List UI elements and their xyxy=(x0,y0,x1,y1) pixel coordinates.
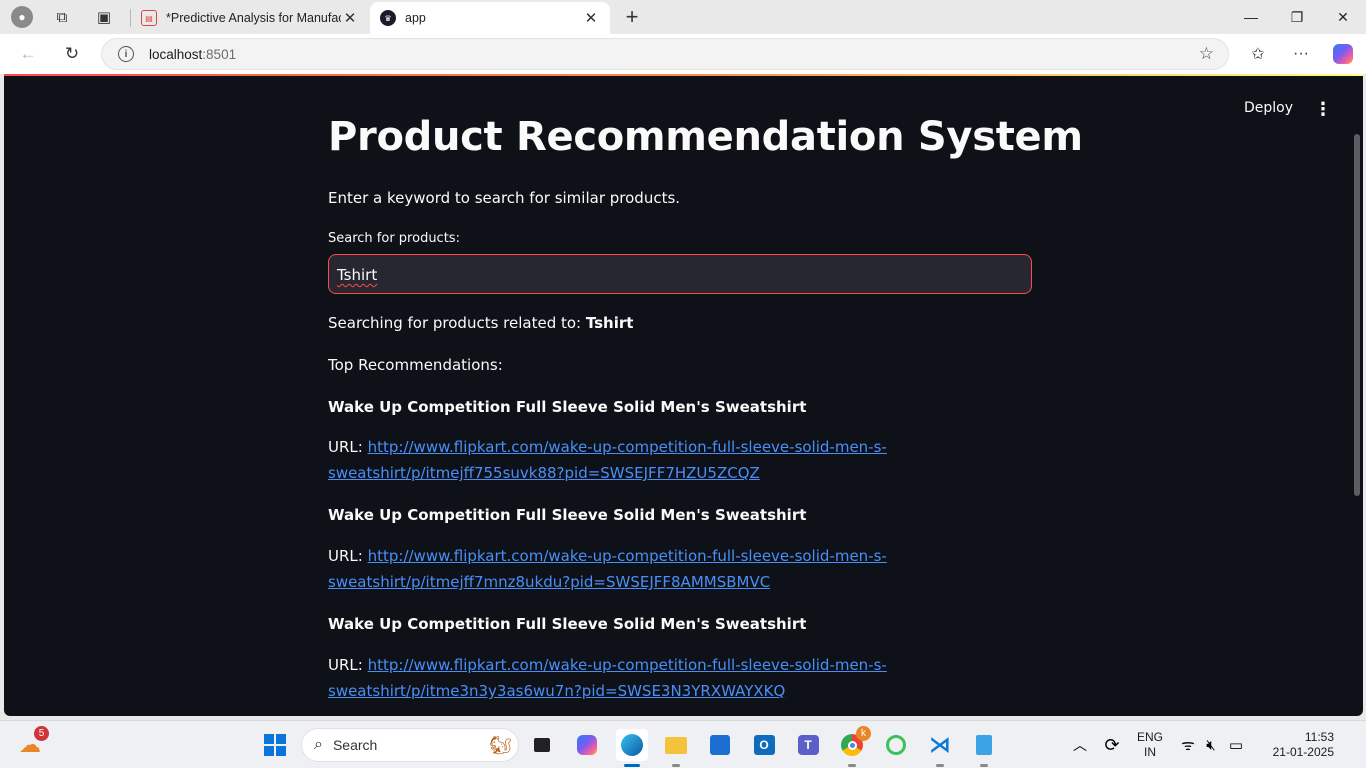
url-host: localhost xyxy=(149,47,203,62)
vertical-tabs-icon[interactable]: ▣ xyxy=(89,4,119,30)
language-line2: IN xyxy=(1144,745,1156,759)
search-input-value: Tshirt xyxy=(337,266,378,284)
main-menu-icon[interactable]: ⋮ xyxy=(1314,100,1332,118)
profile-icon[interactable]: ● xyxy=(7,4,37,30)
minimize-icon[interactable]: — xyxy=(1228,0,1274,34)
site-info-icon[interactable]: i xyxy=(118,46,134,62)
chrome-icon[interactable]: k xyxy=(836,726,871,767)
result-link[interactable]: http://www.flipkart.com/wake-up-competit… xyxy=(328,438,887,482)
streamlit-icon: ♛ xyxy=(380,10,396,26)
edge-icon[interactable] xyxy=(616,729,648,767)
url-prefix: URL: xyxy=(328,438,368,456)
search-highlight-icon: 🐿 xyxy=(489,734,512,755)
taskbar-search[interactable]: ⌕ Search 🐿 xyxy=(301,728,519,762)
result-url: URL: http://www.flipkart.com/wake-up-com… xyxy=(328,543,888,595)
taskbar-search-label: Search xyxy=(332,737,378,753)
deploy-button[interactable]: Deploy xyxy=(1244,100,1293,116)
store-icon[interactable] xyxy=(704,729,736,761)
address-bar-row: ← ↻ i localhost:8501 ☆ ✩ ··· xyxy=(0,34,1366,74)
sync-icon[interactable]: ⟳ xyxy=(1096,729,1128,761)
app-ring-icon[interactable] xyxy=(880,729,912,761)
result-name: Wake Up Competition Full Sleeve Solid Me… xyxy=(328,398,807,416)
weather-badge: 5 xyxy=(34,726,49,741)
clock-time: 11:53 xyxy=(1304,730,1334,744)
searching-term: Tshirt xyxy=(585,314,634,332)
close-window-icon[interactable]: ✕ xyxy=(1320,0,1366,34)
windows-taskbar: ☁ 5 ⌕ Search 🐿 O T k ⋊ ︿ ⟳ ENG IN ᯤ 🔇︎ ▭… xyxy=(0,720,1366,768)
result-link-line2: sweatshirt/p/itme3n3y3as6wu7n?pid=SWSE3N… xyxy=(328,682,786,700)
page-title: Product Recommendation System xyxy=(328,114,1083,160)
url-text: localhost:8501 xyxy=(149,47,236,62)
new-tab-icon[interactable]: + xyxy=(618,4,646,30)
favorite-star-icon[interactable]: ☆ xyxy=(1199,44,1214,64)
task-view-icon[interactable] xyxy=(526,729,558,761)
vscode-icon[interactable]: ⋊ xyxy=(924,729,956,767)
tab-app[interactable]: ♛ app ✕ xyxy=(370,2,610,34)
result-link-line2: sweatshirt/p/itmejff755suvk88?pid=SWSEJF… xyxy=(328,464,760,482)
result-link[interactable]: http://www.flipkart.com/wake-up-competit… xyxy=(328,656,887,700)
address-input[interactable]: i localhost:8501 ☆ xyxy=(101,38,1229,70)
url-port: :8501 xyxy=(202,47,237,62)
battery-icon[interactable]: ▭ xyxy=(1220,729,1252,761)
result-link-line1: http://www.flipkart.com/wake-up-competit… xyxy=(367,656,887,674)
result-name: Wake Up Competition Full Sleeve Solid Me… xyxy=(328,615,807,633)
show-hidden-icons-icon[interactable]: ︿ xyxy=(1064,729,1096,761)
result-url: URL: http://www.flipkart.com/wake-up-com… xyxy=(328,652,888,704)
tab-close-icon[interactable]: ✕ xyxy=(582,9,600,27)
restore-icon[interactable]: ❐ xyxy=(1274,0,1320,34)
result-link-line1: http://www.flipkart.com/wake-up-competit… xyxy=(367,438,887,456)
clock[interactable]: 11:53 21-01-2025 xyxy=(1254,730,1334,760)
top-recommendations-heading: Top Recommendations: xyxy=(328,356,503,374)
language-line1: ENG xyxy=(1136,730,1163,744)
streamlit-app: Deploy ⋮ Product Recommendation System E… xyxy=(4,74,1363,716)
tab-title: *Predictive Analysis for Manufactu xyxy=(166,11,341,25)
url-prefix: URL: xyxy=(328,656,368,674)
scrollbar[interactable] xyxy=(1354,134,1360,496)
clock-date: 21-01-2025 xyxy=(1272,745,1334,759)
weather-widget-icon[interactable]: ☁ 5 xyxy=(14,726,49,761)
result-link-line2: sweatshirt/p/itmejff7mnz8ukdu?pid=SWSEJF… xyxy=(328,573,771,591)
tab-close-icon[interactable]: ✕ xyxy=(341,9,359,27)
intro-text: Enter a keyword to search for similar pr… xyxy=(328,189,681,207)
header-decoration xyxy=(4,74,1363,76)
tab-predictive-analysis[interactable]: ▤ *Predictive Analysis for Manufactu ✕ xyxy=(131,2,369,34)
workspaces-icon[interactable]: ⧉ xyxy=(47,4,77,30)
outlook-icon[interactable]: O xyxy=(748,729,780,761)
back-icon[interactable]: ← xyxy=(13,40,43,68)
result-name: Wake Up Competition Full Sleeve Solid Me… xyxy=(328,506,807,524)
teams-icon[interactable]: T xyxy=(792,729,824,761)
search-icon: ⌕ xyxy=(314,736,323,753)
url-prefix: URL: xyxy=(328,547,368,565)
copilot-icon[interactable] xyxy=(1328,40,1358,68)
result-link-line1: http://www.flipkart.com/wake-up-competit… xyxy=(367,547,887,565)
start-icon[interactable] xyxy=(259,729,291,761)
searching-prefix: Searching for products related to: xyxy=(328,314,586,332)
tab-title: app xyxy=(405,11,426,25)
chrome-profile-badge: k xyxy=(856,726,871,741)
browser-tab-bar: ● ⧉ ▣ ▤ *Predictive Analysis for Manufac… xyxy=(0,0,1366,34)
more-options-icon[interactable]: ··· xyxy=(1286,40,1316,68)
search-input[interactable]: Tshirt xyxy=(328,254,1032,294)
searching-text: Searching for products related to: Tshir… xyxy=(328,314,633,332)
search-label: Search for products: xyxy=(328,231,460,246)
file-explorer-icon[interactable] xyxy=(660,729,692,767)
result-link[interactable]: http://www.flipkart.com/wake-up-competit… xyxy=(328,547,887,591)
pdf-icon: ▤ xyxy=(141,10,157,26)
language-indicator[interactable]: ENG IN xyxy=(1134,730,1166,760)
notepad-icon[interactable] xyxy=(968,729,1000,767)
refresh-icon[interactable]: ↻ xyxy=(57,40,87,68)
result-url: URL: http://www.flipkart.com/wake-up-com… xyxy=(328,434,888,486)
copilot-taskbar-icon[interactable] xyxy=(571,729,603,761)
favorites-icon[interactable]: ✩ xyxy=(1243,40,1273,68)
